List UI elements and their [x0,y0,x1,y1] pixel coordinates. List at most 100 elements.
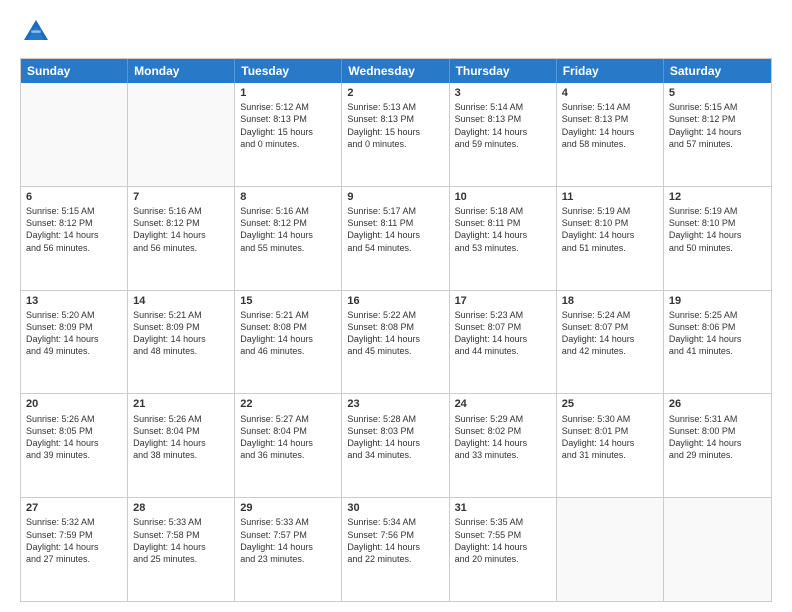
cal-header-wednesday: Wednesday [342,59,449,83]
day-number: 23 [347,397,443,411]
day-number: 1 [240,86,336,100]
cal-week-4: 20 Sunrise: 5:26 AM Sunset: 8:05 PM Dayli… [21,393,771,497]
cal-cell: 14Sunrise: 5:21 AM Sunset: 8:09 PM Dayli… [128,291,235,394]
cell-info: Sunrise: 5:16 AM Sunset: 8:12 PM Dayligh… [133,205,229,254]
day-number: 22 [240,397,336,411]
cell-info: Sunrise: 5:29 AM Sunset: 8:02 PM Dayligh… [455,413,551,462]
day-number: 14 [133,294,229,308]
cal-cell [128,83,235,186]
cell-info: Sunrise: 5:15 AM Sunset: 8:12 PM Dayligh… [26,205,122,254]
cell-info: Sunrise: 5:14 AM Sunset: 8:13 PM Dayligh… [562,101,658,150]
cal-cell: 18Sunrise: 5:24 AM Sunset: 8:07 PM Dayli… [557,291,664,394]
cal-cell: 3Sunrise: 5:14 AM Sunset: 8:13 PM Daylig… [450,83,557,186]
cal-week-2: 6Sunrise: 5:15 AM Sunset: 8:12 PM Daylig… [21,186,771,290]
day-number: 27 [26,501,122,515]
cal-cell [557,498,664,601]
cal-header-friday: Friday [557,59,664,83]
cell-info: Sunrise: 5:33 AM Sunset: 7:57 PM Dayligh… [240,516,336,565]
cell-info: Sunrise: 5:28 AM Sunset: 8:03 PM Dayligh… [347,413,443,462]
cal-cell: 26 Sunrise: 5:31 AM Sunset: 8:00 PM Dayli… [664,394,771,497]
day-number: 9 [347,190,443,204]
cal-cell: 30Sunrise: 5:34 AM Sunset: 7:56 PM Dayli… [342,498,449,601]
cell-info: Sunrise: 5:12 AM Sunset: 8:13 PM Dayligh… [240,101,336,150]
cal-cell: 6Sunrise: 5:15 AM Sunset: 8:12 PM Daylig… [21,187,128,290]
day-number: 30 [347,501,443,515]
day-number: 20 [26,397,122,411]
cal-header-saturday: Saturday [664,59,771,83]
cal-cell: 9Sunrise: 5:17 AM Sunset: 8:11 PM Daylig… [342,187,449,290]
calendar-header-row: SundayMondayTuesdayWednesdayThursdayFrid… [21,59,771,83]
cal-cell: 15Sunrise: 5:21 AM Sunset: 8:08 PM Dayli… [235,291,342,394]
cal-cell: 17Sunrise: 5:23 AM Sunset: 8:07 PM Dayli… [450,291,557,394]
cal-cell: 12Sunrise: 5:19 AM Sunset: 8:10 PM Dayli… [664,187,771,290]
cal-week-5: 27Sunrise: 5:32 AM Sunset: 7:59 PM Dayli… [21,497,771,601]
cell-info: Sunrise: 5:27 AM Sunset: 8:04 PM Dayligh… [240,413,336,462]
day-number: 17 [455,294,551,308]
day-number: 31 [455,501,551,515]
day-number: 16 [347,294,443,308]
cal-cell [664,498,771,601]
cell-info: Sunrise: 5:30 AM Sunset: 8:01 PM Dayligh… [562,413,658,462]
cell-info: Sunrise: 5:32 AM Sunset: 7:59 PM Dayligh… [26,516,122,565]
cal-header-sunday: Sunday [21,59,128,83]
day-number: 3 [455,86,551,100]
logo-icon [20,16,52,48]
cal-cell: 8Sunrise: 5:16 AM Sunset: 8:12 PM Daylig… [235,187,342,290]
cal-header-monday: Monday [128,59,235,83]
cal-cell [21,83,128,186]
cell-info: Sunrise: 5:21 AM Sunset: 8:08 PM Dayligh… [240,309,336,358]
logo [20,16,56,48]
cell-info: Sunrise: 5:35 AM Sunset: 7:55 PM Dayligh… [455,516,551,565]
cell-info: Sunrise: 5:34 AM Sunset: 7:56 PM Dayligh… [347,516,443,565]
day-number: 24 [455,397,551,411]
cal-cell: 21 Sunrise: 5:26 AM Sunset: 8:04 PM Dayli… [128,394,235,497]
calendar: SundayMondayTuesdayWednesdayThursdayFrid… [20,58,772,602]
cal-cell: 27Sunrise: 5:32 AM Sunset: 7:59 PM Dayli… [21,498,128,601]
cal-cell: 22 Sunrise: 5:27 AM Sunset: 8:04 PM Dayli… [235,394,342,497]
cell-info: Sunrise: 5:33 AM Sunset: 7:58 PM Dayligh… [133,516,229,565]
day-number: 21 [133,397,229,411]
cal-week-1: 1Sunrise: 5:12 AM Sunset: 8:13 PM Daylig… [21,83,771,186]
day-number: 2 [347,86,443,100]
day-number: 11 [562,190,658,204]
day-number: 18 [562,294,658,308]
day-number: 13 [26,294,122,308]
cell-info: Sunrise: 5:16 AM Sunset: 8:12 PM Dayligh… [240,205,336,254]
day-number: 25 [562,397,658,411]
cell-info: Sunrise: 5:24 AM Sunset: 8:07 PM Dayligh… [562,309,658,358]
calendar-body: 1Sunrise: 5:12 AM Sunset: 8:13 PM Daylig… [21,83,771,601]
cell-info: Sunrise: 5:26 AM Sunset: 8:05 PM Dayligh… [26,413,122,462]
cal-cell: 1Sunrise: 5:12 AM Sunset: 8:13 PM Daylig… [235,83,342,186]
day-number: 29 [240,501,336,515]
cal-cell: 4Sunrise: 5:14 AM Sunset: 8:13 PM Daylig… [557,83,664,186]
day-number: 15 [240,294,336,308]
cell-info: Sunrise: 5:18 AM Sunset: 8:11 PM Dayligh… [455,205,551,254]
day-number: 5 [669,86,766,100]
cal-cell: 19Sunrise: 5:25 AM Sunset: 8:06 PM Dayli… [664,291,771,394]
cal-week-3: 13Sunrise: 5:20 AM Sunset: 8:09 PM Dayli… [21,290,771,394]
day-number: 26 [669,397,766,411]
day-number: 4 [562,86,658,100]
cell-info: Sunrise: 5:15 AM Sunset: 8:12 PM Dayligh… [669,101,766,150]
header [20,16,772,48]
cal-header-tuesday: Tuesday [235,59,342,83]
cell-info: Sunrise: 5:21 AM Sunset: 8:09 PM Dayligh… [133,309,229,358]
day-number: 12 [669,190,766,204]
cal-cell: 5Sunrise: 5:15 AM Sunset: 8:12 PM Daylig… [664,83,771,186]
cal-cell: 2Sunrise: 5:13 AM Sunset: 8:13 PM Daylig… [342,83,449,186]
cell-info: Sunrise: 5:20 AM Sunset: 8:09 PM Dayligh… [26,309,122,358]
cal-cell: 7Sunrise: 5:16 AM Sunset: 8:12 PM Daylig… [128,187,235,290]
cal-cell: 31Sunrise: 5:35 AM Sunset: 7:55 PM Dayli… [450,498,557,601]
cal-cell: 10Sunrise: 5:18 AM Sunset: 8:11 PM Dayli… [450,187,557,290]
cell-info: Sunrise: 5:25 AM Sunset: 8:06 PM Dayligh… [669,309,766,358]
cell-info: Sunrise: 5:19 AM Sunset: 8:10 PM Dayligh… [562,205,658,254]
day-number: 28 [133,501,229,515]
cal-cell: 11Sunrise: 5:19 AM Sunset: 8:10 PM Dayli… [557,187,664,290]
cell-info: Sunrise: 5:19 AM Sunset: 8:10 PM Dayligh… [669,205,766,254]
cell-info: Sunrise: 5:31 AM Sunset: 8:00 PM Dayligh… [669,413,766,462]
day-number: 10 [455,190,551,204]
cell-info: Sunrise: 5:22 AM Sunset: 8:08 PM Dayligh… [347,309,443,358]
day-number: 8 [240,190,336,204]
cell-info: Sunrise: 5:17 AM Sunset: 8:11 PM Dayligh… [347,205,443,254]
cell-info: Sunrise: 5:26 AM Sunset: 8:04 PM Dayligh… [133,413,229,462]
